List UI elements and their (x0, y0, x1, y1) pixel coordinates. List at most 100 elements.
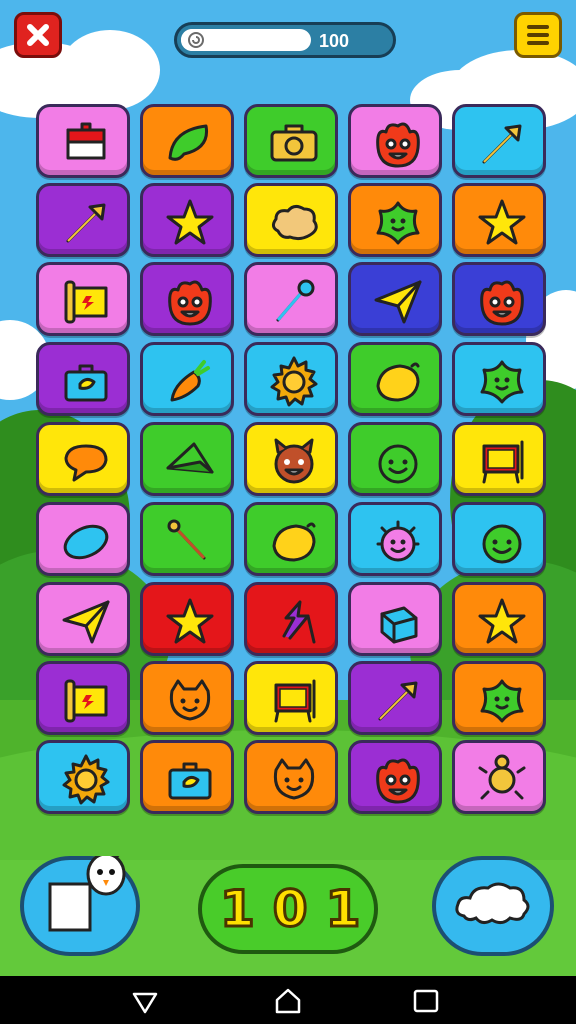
cat-face-icon (169, 679, 211, 721)
progress-value: 100 (319, 31, 350, 51)
kite-icon (166, 442, 214, 474)
tile[interactable] (140, 582, 234, 656)
tile[interactable] (244, 183, 338, 257)
flag-icon (66, 122, 106, 160)
tile[interactable] (348, 262, 442, 336)
game-board (36, 104, 550, 820)
banner-icon (64, 679, 108, 723)
lemon-icon (272, 522, 316, 562)
tile[interactable] (140, 502, 234, 576)
star-icon (166, 598, 214, 644)
tile[interactable] (140, 661, 234, 735)
arrow-icon (378, 681, 418, 721)
tile[interactable] (36, 104, 130, 178)
tile[interactable] (348, 342, 442, 416)
tile[interactable] (36, 262, 130, 336)
tile[interactable] (348, 661, 442, 735)
star-blob-icon (376, 201, 420, 245)
menu-button[interactable] (514, 12, 562, 58)
tile[interactable] (36, 422, 130, 496)
tile[interactable] (452, 661, 546, 735)
tile[interactable] (348, 582, 442, 656)
cloud-powerup-button[interactable] (432, 856, 554, 956)
tile[interactable] (452, 502, 546, 576)
tile[interactable] (140, 342, 234, 416)
tile[interactable] (244, 661, 338, 735)
fire-monster-icon (480, 280, 524, 326)
tile[interactable] (452, 342, 546, 416)
tile[interactable] (36, 661, 130, 735)
note-with-mascot-icon (48, 856, 126, 932)
fire-monster-icon (376, 122, 420, 168)
spiky-monster-icon (376, 520, 420, 562)
brush-icon (167, 519, 206, 560)
star-icon (478, 199, 526, 245)
briefcase-icon (64, 364, 108, 402)
x-icon (27, 24, 49, 46)
arrow-icon (66, 203, 106, 243)
tile[interactable] (36, 582, 130, 656)
tile[interactable] (36, 342, 130, 416)
tile[interactable] (244, 740, 338, 814)
cloud-icon (455, 882, 530, 925)
back-triangle-icon[interactable] (130, 986, 160, 1016)
tile[interactable] (348, 183, 442, 257)
tile[interactable] (244, 502, 338, 576)
tile[interactable] (244, 262, 338, 336)
sun-icon (62, 754, 110, 805)
tile[interactable] (452, 582, 546, 656)
paper-plane-icon (374, 280, 422, 324)
hamburger-menu-icon (527, 25, 549, 45)
tile[interactable] (348, 502, 442, 576)
tile[interactable] (452, 422, 546, 496)
tile[interactable] (244, 582, 338, 656)
paper-plane-icon (62, 600, 110, 644)
hint-note-button[interactable] (20, 856, 140, 956)
star-blob-icon (480, 679, 524, 723)
banner-icon (64, 280, 108, 324)
tile[interactable] (36, 183, 130, 257)
tile[interactable] (140, 104, 234, 178)
easel-icon (274, 679, 316, 723)
tile[interactable] (36, 740, 130, 814)
star-icon (166, 199, 214, 245)
arrow-icon (482, 124, 522, 164)
camera-icon (270, 124, 318, 162)
star-icon (478, 598, 526, 644)
tile[interactable] (140, 740, 234, 814)
tile[interactable] (36, 502, 130, 576)
sun-icon (270, 356, 318, 407)
cat-face-icon (273, 758, 315, 800)
lemon-icon (376, 362, 420, 402)
move-counter-label: 101 (219, 879, 379, 940)
smiley-face-icon (378, 444, 418, 484)
close-button[interactable] (14, 12, 62, 58)
tile[interactable] (140, 262, 234, 336)
easel-icon (482, 440, 524, 484)
tile[interactable] (140, 183, 234, 257)
speech-bubble-icon (64, 444, 108, 482)
smiley-face-icon (482, 524, 522, 564)
tile[interactable] (452, 740, 546, 814)
tile[interactable] (452, 104, 546, 178)
tile[interactable] (244, 342, 338, 416)
tile[interactable] (348, 740, 442, 814)
tile[interactable] (452, 262, 546, 336)
move-counter-button[interactable]: 101 (198, 864, 378, 954)
tile[interactable] (244, 104, 338, 178)
star-blob-icon (480, 360, 524, 404)
lightning-icon (282, 600, 316, 644)
leaf-icon (168, 124, 209, 161)
cloud-icon (271, 204, 318, 241)
tile[interactable] (348, 104, 442, 178)
carrot-icon (170, 360, 210, 402)
recent-square-icon[interactable] (411, 986, 441, 1016)
tile[interactable] (452, 183, 546, 257)
tile[interactable] (348, 422, 442, 496)
turtle-icon (478, 754, 526, 800)
tile[interactable] (244, 422, 338, 496)
tile[interactable] (140, 422, 234, 496)
home-icon[interactable] (273, 986, 303, 1016)
fire-monster-icon (376, 758, 420, 804)
disc-icon (63, 524, 109, 560)
